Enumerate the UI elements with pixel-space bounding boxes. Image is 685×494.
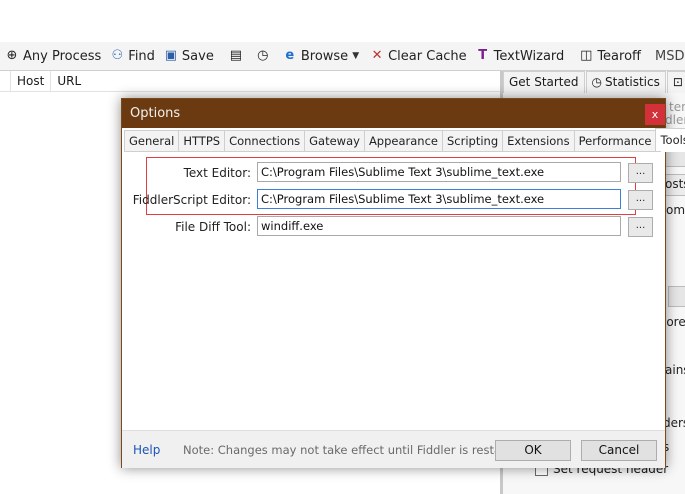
timer-button[interactable]: ◷	[251, 45, 278, 67]
close-button[interactable]: x	[645, 104, 665, 125]
hosts-button[interactable]: osts	[664, 174, 685, 196]
tab-gateway[interactable]: Gateway	[304, 130, 365, 151]
msdn-search-label: MSDN Sear	[654, 48, 685, 64]
save-icon: ▣	[164, 48, 178, 63]
any-process-label: Any Process	[23, 48, 102, 64]
text-fragment: ters	[669, 100, 685, 114]
dialog-titlebar[interactable]: Options x	[122, 99, 665, 128]
text-editor-browse-button[interactable]: ...	[628, 163, 653, 183]
dialog-footer: Help Note: Changes may not take effect u…	[122, 430, 665, 468]
any-process-button[interactable]: ⊕ Any Process	[0, 45, 105, 67]
text-fragment: lore	[663, 315, 685, 329]
file-diff-tool-browse-button[interactable]: ...	[628, 217, 653, 237]
tab-get-started-label: Get Started	[509, 75, 579, 89]
tab-appearance[interactable]: Appearance	[363, 130, 443, 151]
textwizard-button[interactable]: T TextWizard	[471, 45, 569, 67]
tab-tools[interactable]: Tools	[655, 128, 685, 152]
column-header-url[interactable]: URL	[51, 71, 87, 91]
msdn-search-box[interactable]: MSDN Sear	[651, 45, 685, 67]
file-diff-tool-row: File Diff Tool: ...	[124, 216, 661, 238]
fiddlerscript-editor-browse-button[interactable]: ...	[628, 190, 653, 210]
tab-general[interactable]: General	[124, 130, 180, 151]
file-diff-tool-input[interactable]	[257, 216, 621, 236]
camera-icon: ▤	[229, 48, 242, 63]
crosshair-icon: ⊕	[6, 48, 18, 63]
screenshot-button[interactable]: ▤	[224, 45, 251, 67]
file-diff-tool-label: File Diff Tool:	[175, 220, 251, 234]
ie-icon: e	[285, 48, 295, 63]
tearoff-icon: ◫	[580, 48, 593, 63]
tools-panel: Text Editor: ... FiddlerScript Editor: .…	[124, 151, 661, 430]
inspector-tabs: Get Started ◷ Statistics ⊡ In	[503, 71, 685, 93]
restart-note: Note: Changes may not take effect until …	[183, 443, 529, 457]
obscured-button[interactable]	[668, 286, 685, 307]
options-dialog: Options x General HTTPS Connections Gate…	[121, 98, 685, 468]
inspect-icon: ⊡	[672, 75, 683, 89]
cancel-button[interactable]: Cancel	[581, 440, 657, 461]
text-editor-label: Text Editor:	[183, 166, 251, 180]
textwizard-icon: T	[478, 48, 488, 63]
timer-icon: ◷	[591, 75, 602, 89]
text-editor-input[interactable]	[257, 162, 621, 182]
text-fragment: dlerS	[665, 113, 685, 127]
binoculars-icon: ⚇	[111, 48, 124, 63]
fiddlerscript-editor-row: FiddlerScript Editor: ...	[124, 189, 661, 211]
timer-icon: ◷	[257, 48, 269, 63]
browse-label: Browse	[300, 48, 349, 64]
text-editor-row: Text Editor: ...	[124, 162, 661, 184]
tab-scripting[interactable]: Scripting	[442, 130, 504, 151]
browse-button[interactable]: e Browse ▼	[278, 45, 365, 67]
ok-button[interactable]: OK	[495, 440, 571, 461]
column-header-result[interactable]	[0, 71, 11, 91]
text-fragment: ders	[663, 416, 685, 430]
fiddlerscript-editor-input[interactable]	[257, 189, 621, 209]
tab-connections[interactable]: Connections	[224, 130, 306, 151]
text-fragment: om;	[666, 203, 685, 217]
save-button[interactable]: ▣ Save	[159, 45, 218, 67]
tab-https[interactable]: HTTPS	[178, 130, 226, 151]
text-fragment: osts	[665, 177, 685, 191]
tab-get-started[interactable]: Get Started	[503, 71, 585, 93]
find-button[interactable]: ⚇ Find	[105, 45, 159, 67]
clear-cache-label: Clear Cache	[388, 48, 467, 64]
options-tabs: General HTTPS Connections Gateway Appear…	[124, 128, 685, 152]
tearoff-button[interactable]: ◫ Tearoff	[574, 45, 645, 67]
find-label: Find	[128, 48, 155, 64]
text-fragment: ains	[665, 363, 685, 377]
help-link[interactable]: Help	[133, 443, 160, 457]
session-list-header: Host URL	[0, 71, 500, 92]
tab-extensions[interactable]: Extensions	[502, 130, 575, 151]
chevron-down-icon[interactable]: ▼	[352, 51, 359, 61]
save-label: Save	[181, 48, 214, 64]
tearoff-label: Tearoff	[597, 48, 641, 64]
column-header-host[interactable]: Host	[11, 71, 52, 91]
dialog-title: Options	[130, 106, 181, 121]
main-toolbar: ⊕ Any Process ⚇ Find ▣ Save ▤ ◷ e Browse…	[0, 42, 685, 71]
fiddlerscript-editor-label: FiddlerScript Editor:	[132, 193, 251, 207]
clear-cache-button[interactable]: ✕ Clear Cache	[365, 45, 471, 67]
textwizard-label: TextWizard	[493, 48, 565, 64]
tab-statistics[interactable]: ◷ Statistics	[585, 71, 666, 93]
clear-cache-icon: ✕	[371, 48, 383, 63]
tab-statistics-label: Statistics	[605, 75, 660, 89]
tab-inspectors[interactable]: ⊡ In	[666, 71, 685, 93]
tab-performance[interactable]: Performance	[573, 130, 657, 151]
